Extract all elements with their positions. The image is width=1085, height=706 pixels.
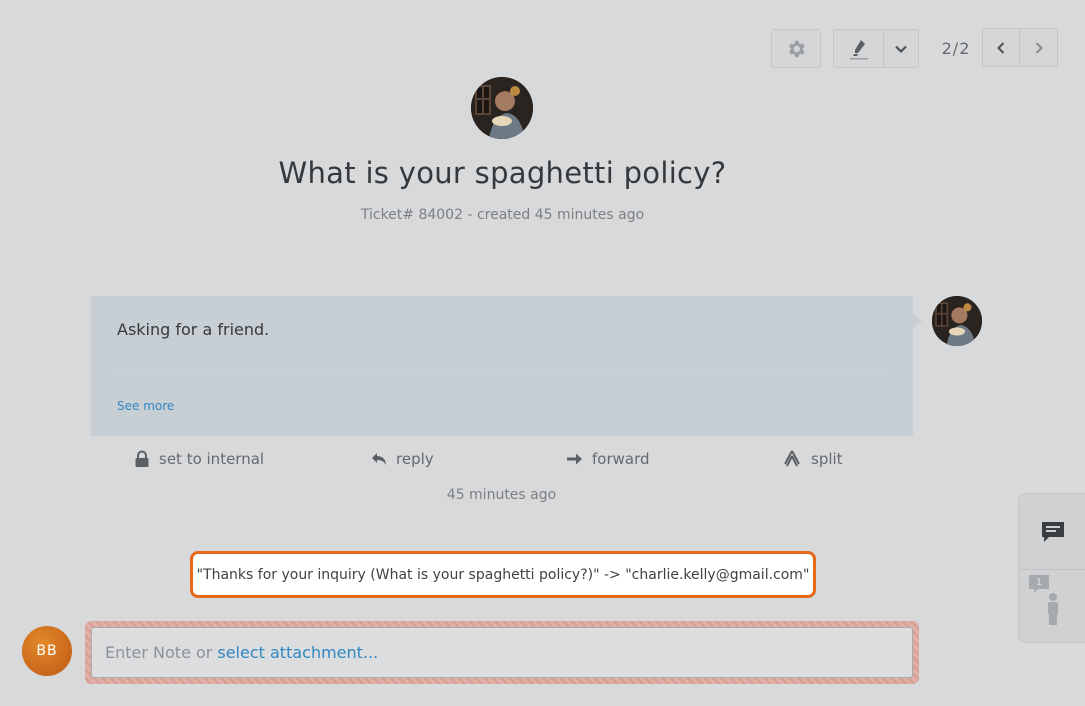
settings-button[interactable] [771,29,821,68]
chevron-down-icon [895,45,907,53]
sidebar-tab-customer[interactable]: 1 [1019,570,1085,644]
split-action[interactable]: split [782,448,843,470]
customer-badge: 1 [1036,578,1042,588]
history-highlight-box: "Thanks for your inquiry (What is your s… [190,551,816,598]
ticket-meta: Ticket# 84002 - created 45 minutes ago [360,207,645,223]
history-highlight-text: "Thanks for your inquiry (What is your s… [196,566,810,583]
customer-icon [1029,575,1058,625]
chat-icon [1041,521,1064,542]
reply-label: reply [396,450,434,468]
see-more-link[interactable]: See more [117,399,174,413]
forward-icon [567,453,582,465]
forward-label: forward [592,450,650,468]
agent-avatar[interactable]: BB [22,626,72,676]
split-label: split [811,450,843,468]
gear-icon [788,40,805,57]
highlighter-button[interactable] [833,29,884,68]
note-placeholder: Enter Note or [105,643,213,662]
lock-icon [135,450,149,467]
article-timestamp: 45 minutes ago [446,487,557,503]
article-body: Asking for a friend. [117,320,270,339]
split-icon [784,450,800,467]
set-to-internal-action[interactable]: set to internal [134,448,264,470]
agent-avatar-initials: BB [36,643,58,659]
set-to-internal-label: set to internal [159,450,265,468]
composer-wrapper: Enter Note or select attachment... [85,621,919,684]
customer-avatar[interactable] [471,77,533,139]
previous-ticket-button[interactable] [982,28,1020,67]
reply-action[interactable]: reply [371,448,434,470]
reply-icon [372,453,386,465]
article-bubble[interactable]: Asking for a friend. See more [91,296,922,436]
sidebar-tab-conversation[interactable] [1019,494,1085,569]
chevron-right-icon [1035,41,1043,54]
note-input[interactable]: Enter Note or select attachment... [91,627,913,678]
article-sender-avatar[interactable] [932,296,982,346]
next-ticket-button[interactable] [1019,28,1058,67]
forward-action[interactable]: forward [566,448,650,470]
article-fade [117,372,887,380]
ticket-title: What is your spaghetti policy? [278,156,727,190]
highlighter-icon [849,39,868,59]
sidebar-tabs: 1 [1018,493,1085,643]
highlighter-dropdown-button[interactable] [883,29,919,68]
chevron-left-icon [997,41,1005,54]
select-attachment-link[interactable]: select attachment... [217,643,378,662]
pager-count: 2/2 [941,39,971,58]
